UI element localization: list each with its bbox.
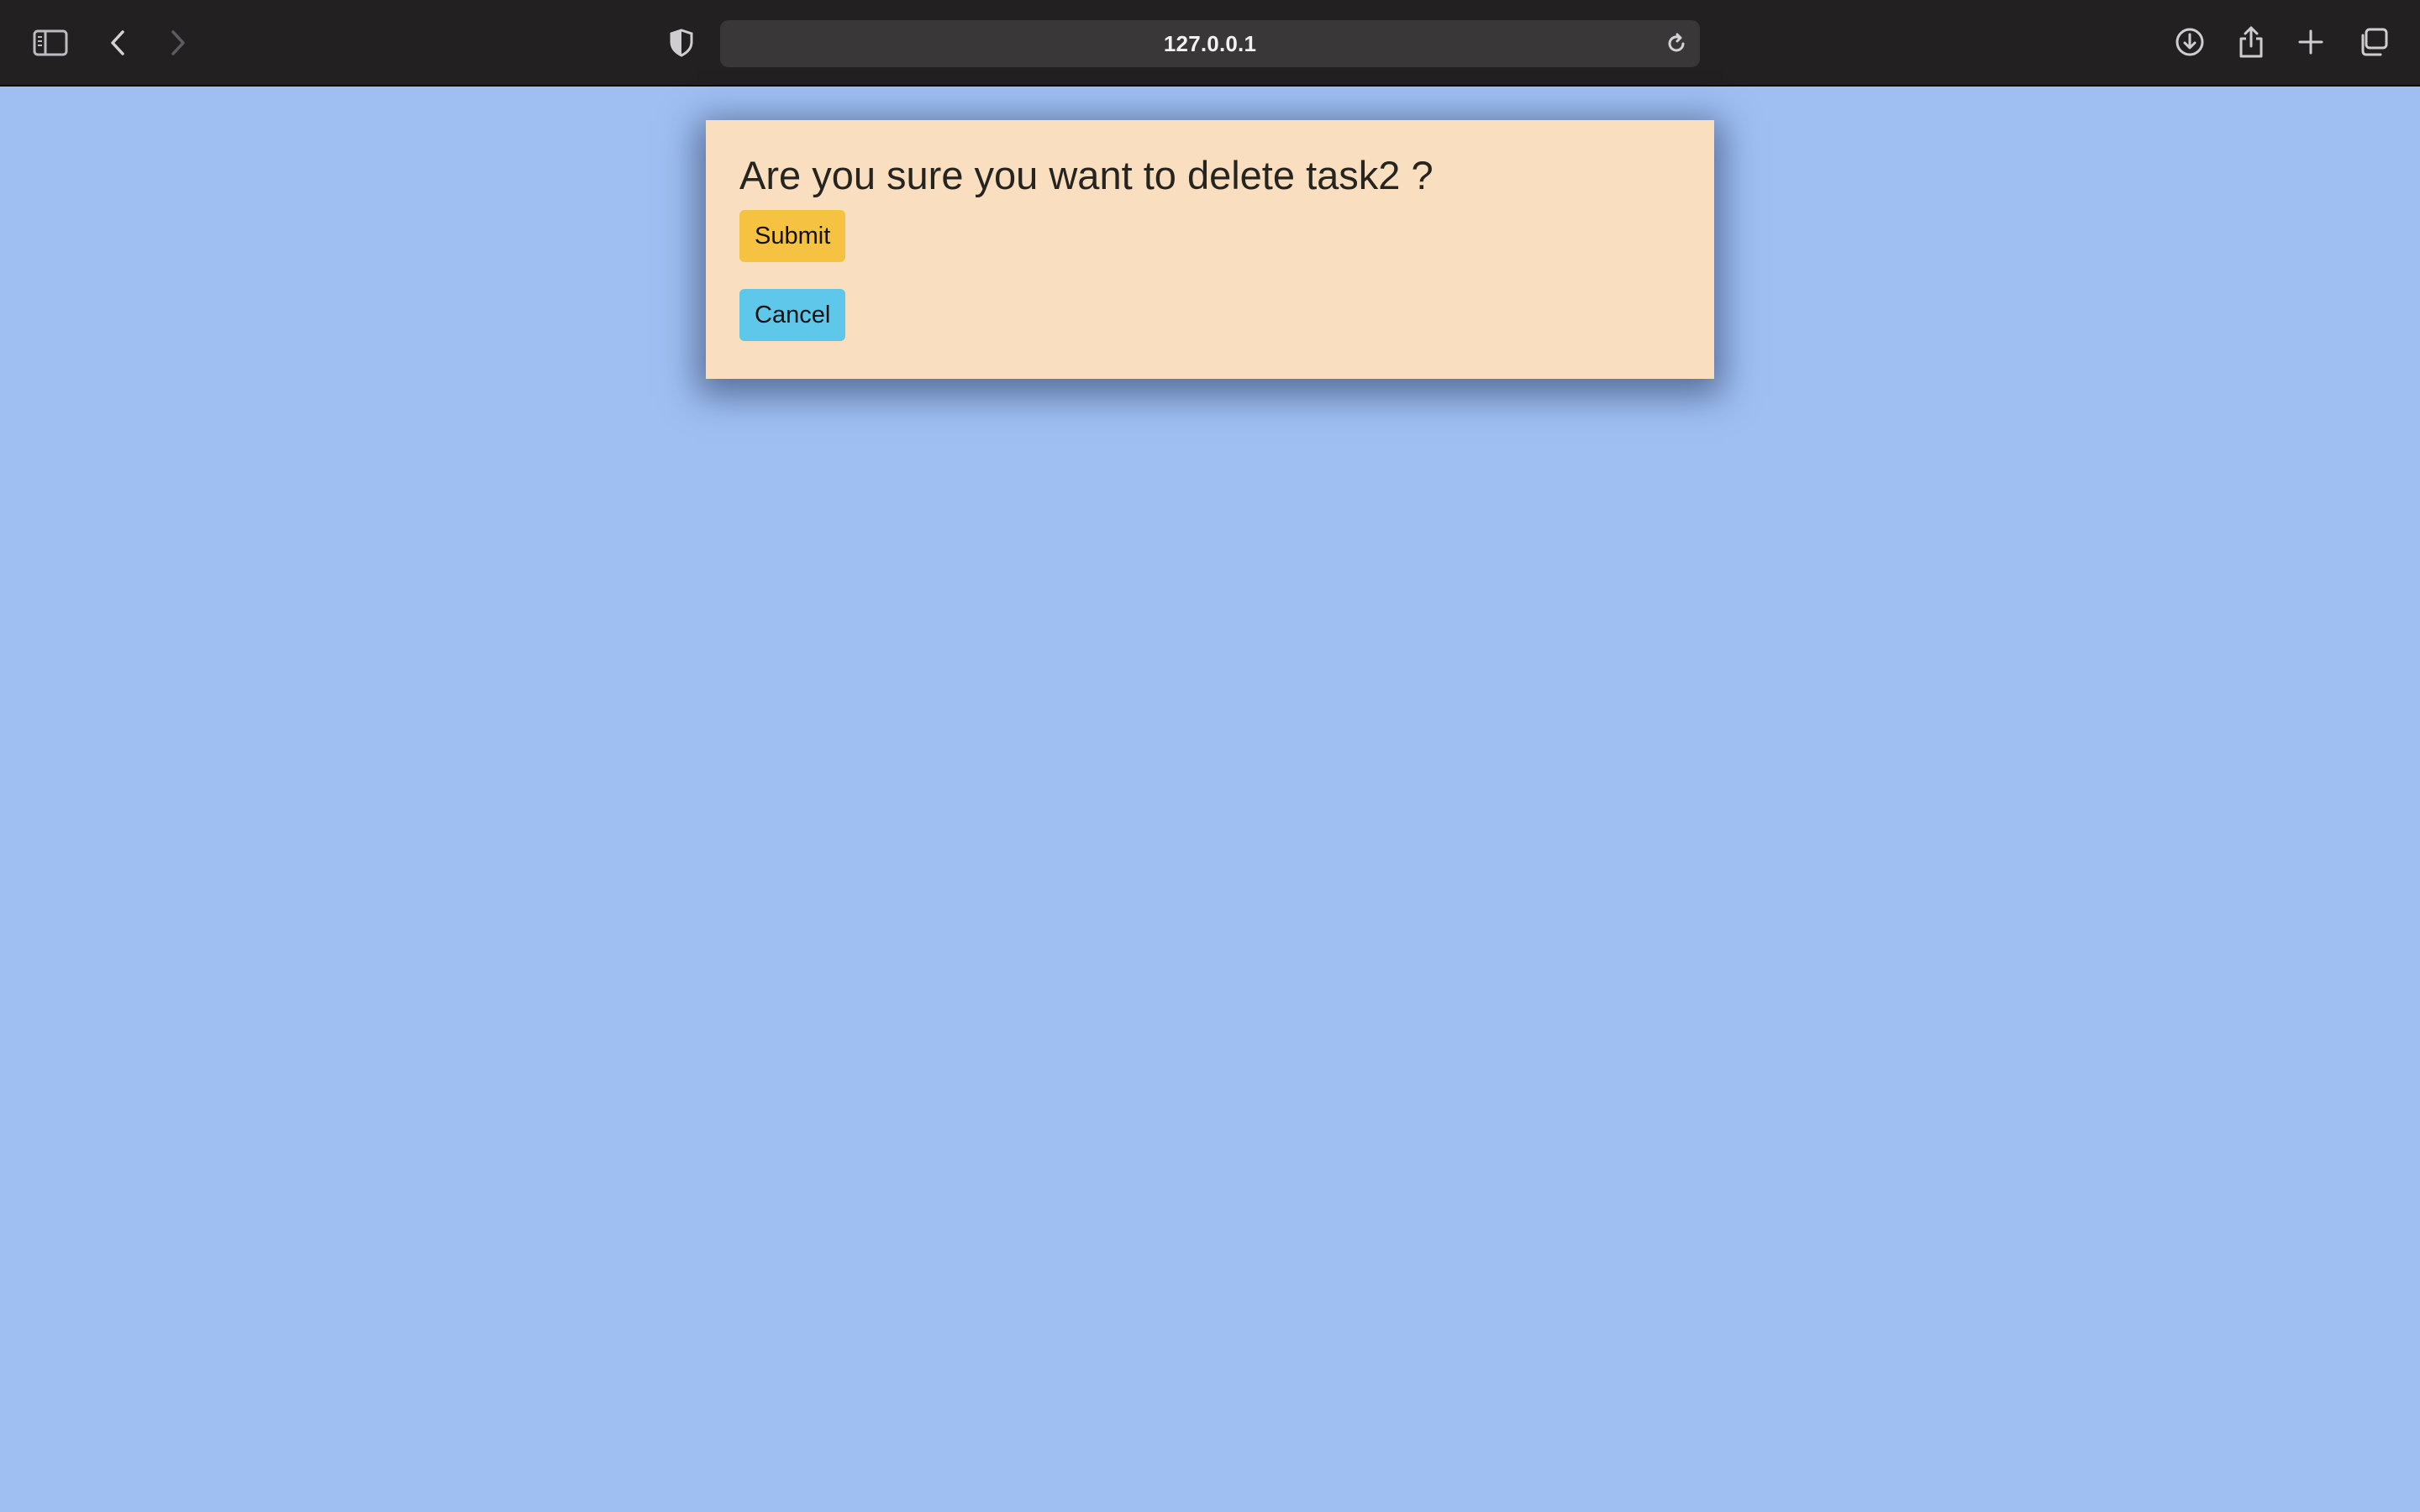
sidebar-icon[interactable]: [32, 28, 69, 58]
chevron-left-icon[interactable]: [104, 27, 131, 59]
share-icon[interactable]: [2235, 24, 2267, 60]
submit-button[interactable]: Submit: [739, 210, 846, 263]
url-text: 127.0.0.1: [1163, 30, 1257, 56]
browser-toolbar: 127.0.0.1: [0, 0, 2420, 87]
dialog-title: Are you sure you want to delete task2 ?: [739, 153, 1434, 197]
chevron-right-icon[interactable]: [165, 27, 192, 59]
cancel-button[interactable]: Cancel: [739, 289, 846, 342]
shield-icon[interactable]: [666, 27, 697, 59]
reload-icon[interactable]: [1663, 30, 1690, 57]
plus-icon[interactable]: [2296, 27, 2326, 57]
tab-overview-icon[interactable]: [2356, 26, 2390, 58]
delete-confirm-dialog: Are you sure you want to delete task2 ? …: [706, 120, 1714, 379]
address-bar[interactable]: 127.0.0.1: [720, 20, 1700, 67]
download-icon[interactable]: [2173, 25, 2207, 59]
